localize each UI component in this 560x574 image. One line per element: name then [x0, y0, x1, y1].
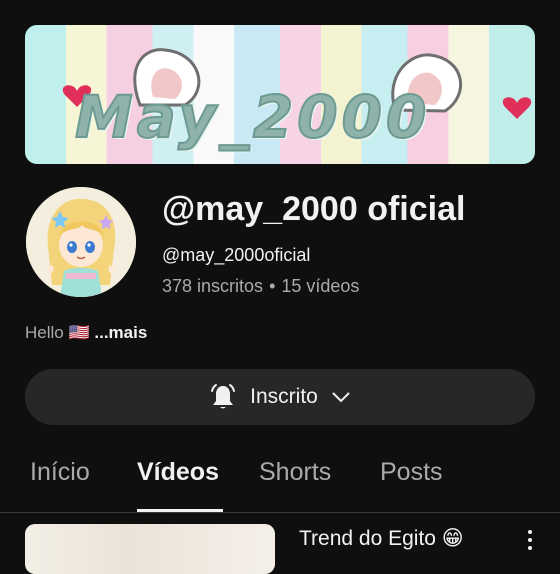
banner-text: May_2000 — [74, 82, 431, 152]
video-thumbnail[interactable] — [25, 524, 275, 574]
chevron-down-icon — [332, 392, 350, 403]
more-link[interactable]: ...mais — [94, 323, 147, 342]
tab-home[interactable]: Início — [30, 458, 90, 487]
subscribed-button[interactable]: Inscrito — [25, 369, 535, 425]
active-tab-indicator — [137, 509, 223, 512]
tab-videos[interactable]: Vídeos — [137, 458, 219, 487]
video-count: 15 vídeos — [281, 276, 360, 296]
more-options-icon[interactable] — [522, 528, 538, 552]
channel-name: @may_2000 oficial — [162, 190, 466, 228]
bell-ringing-icon — [211, 384, 236, 409]
channel-avatar[interactable] — [26, 187, 136, 297]
subscribed-label: Inscrito — [250, 385, 318, 408]
channel-tabs: Início Vídeos Shorts Posts — [0, 440, 560, 513]
description-text: Hello 🇺🇸 — [25, 323, 90, 342]
tab-shorts[interactable]: Shorts — [259, 458, 331, 487]
tab-posts[interactable]: Posts — [380, 458, 443, 487]
stats-separator: • — [269, 276, 276, 296]
subscriber-count: 378 inscritos — [162, 276, 264, 296]
channel-handle: @may_2000oficial — [162, 245, 311, 265]
heart-right-icon — [502, 97, 532, 119]
channel-description[interactable]: Hello 🇺🇸 ...mais — [25, 323, 147, 343]
channel-stats: 378 inscritos • 15 vídeos — [162, 276, 359, 297]
channel-banner: May_2000 — [25, 25, 535, 164]
video-title[interactable]: Trend do Egito 😁 — [299, 526, 464, 551]
